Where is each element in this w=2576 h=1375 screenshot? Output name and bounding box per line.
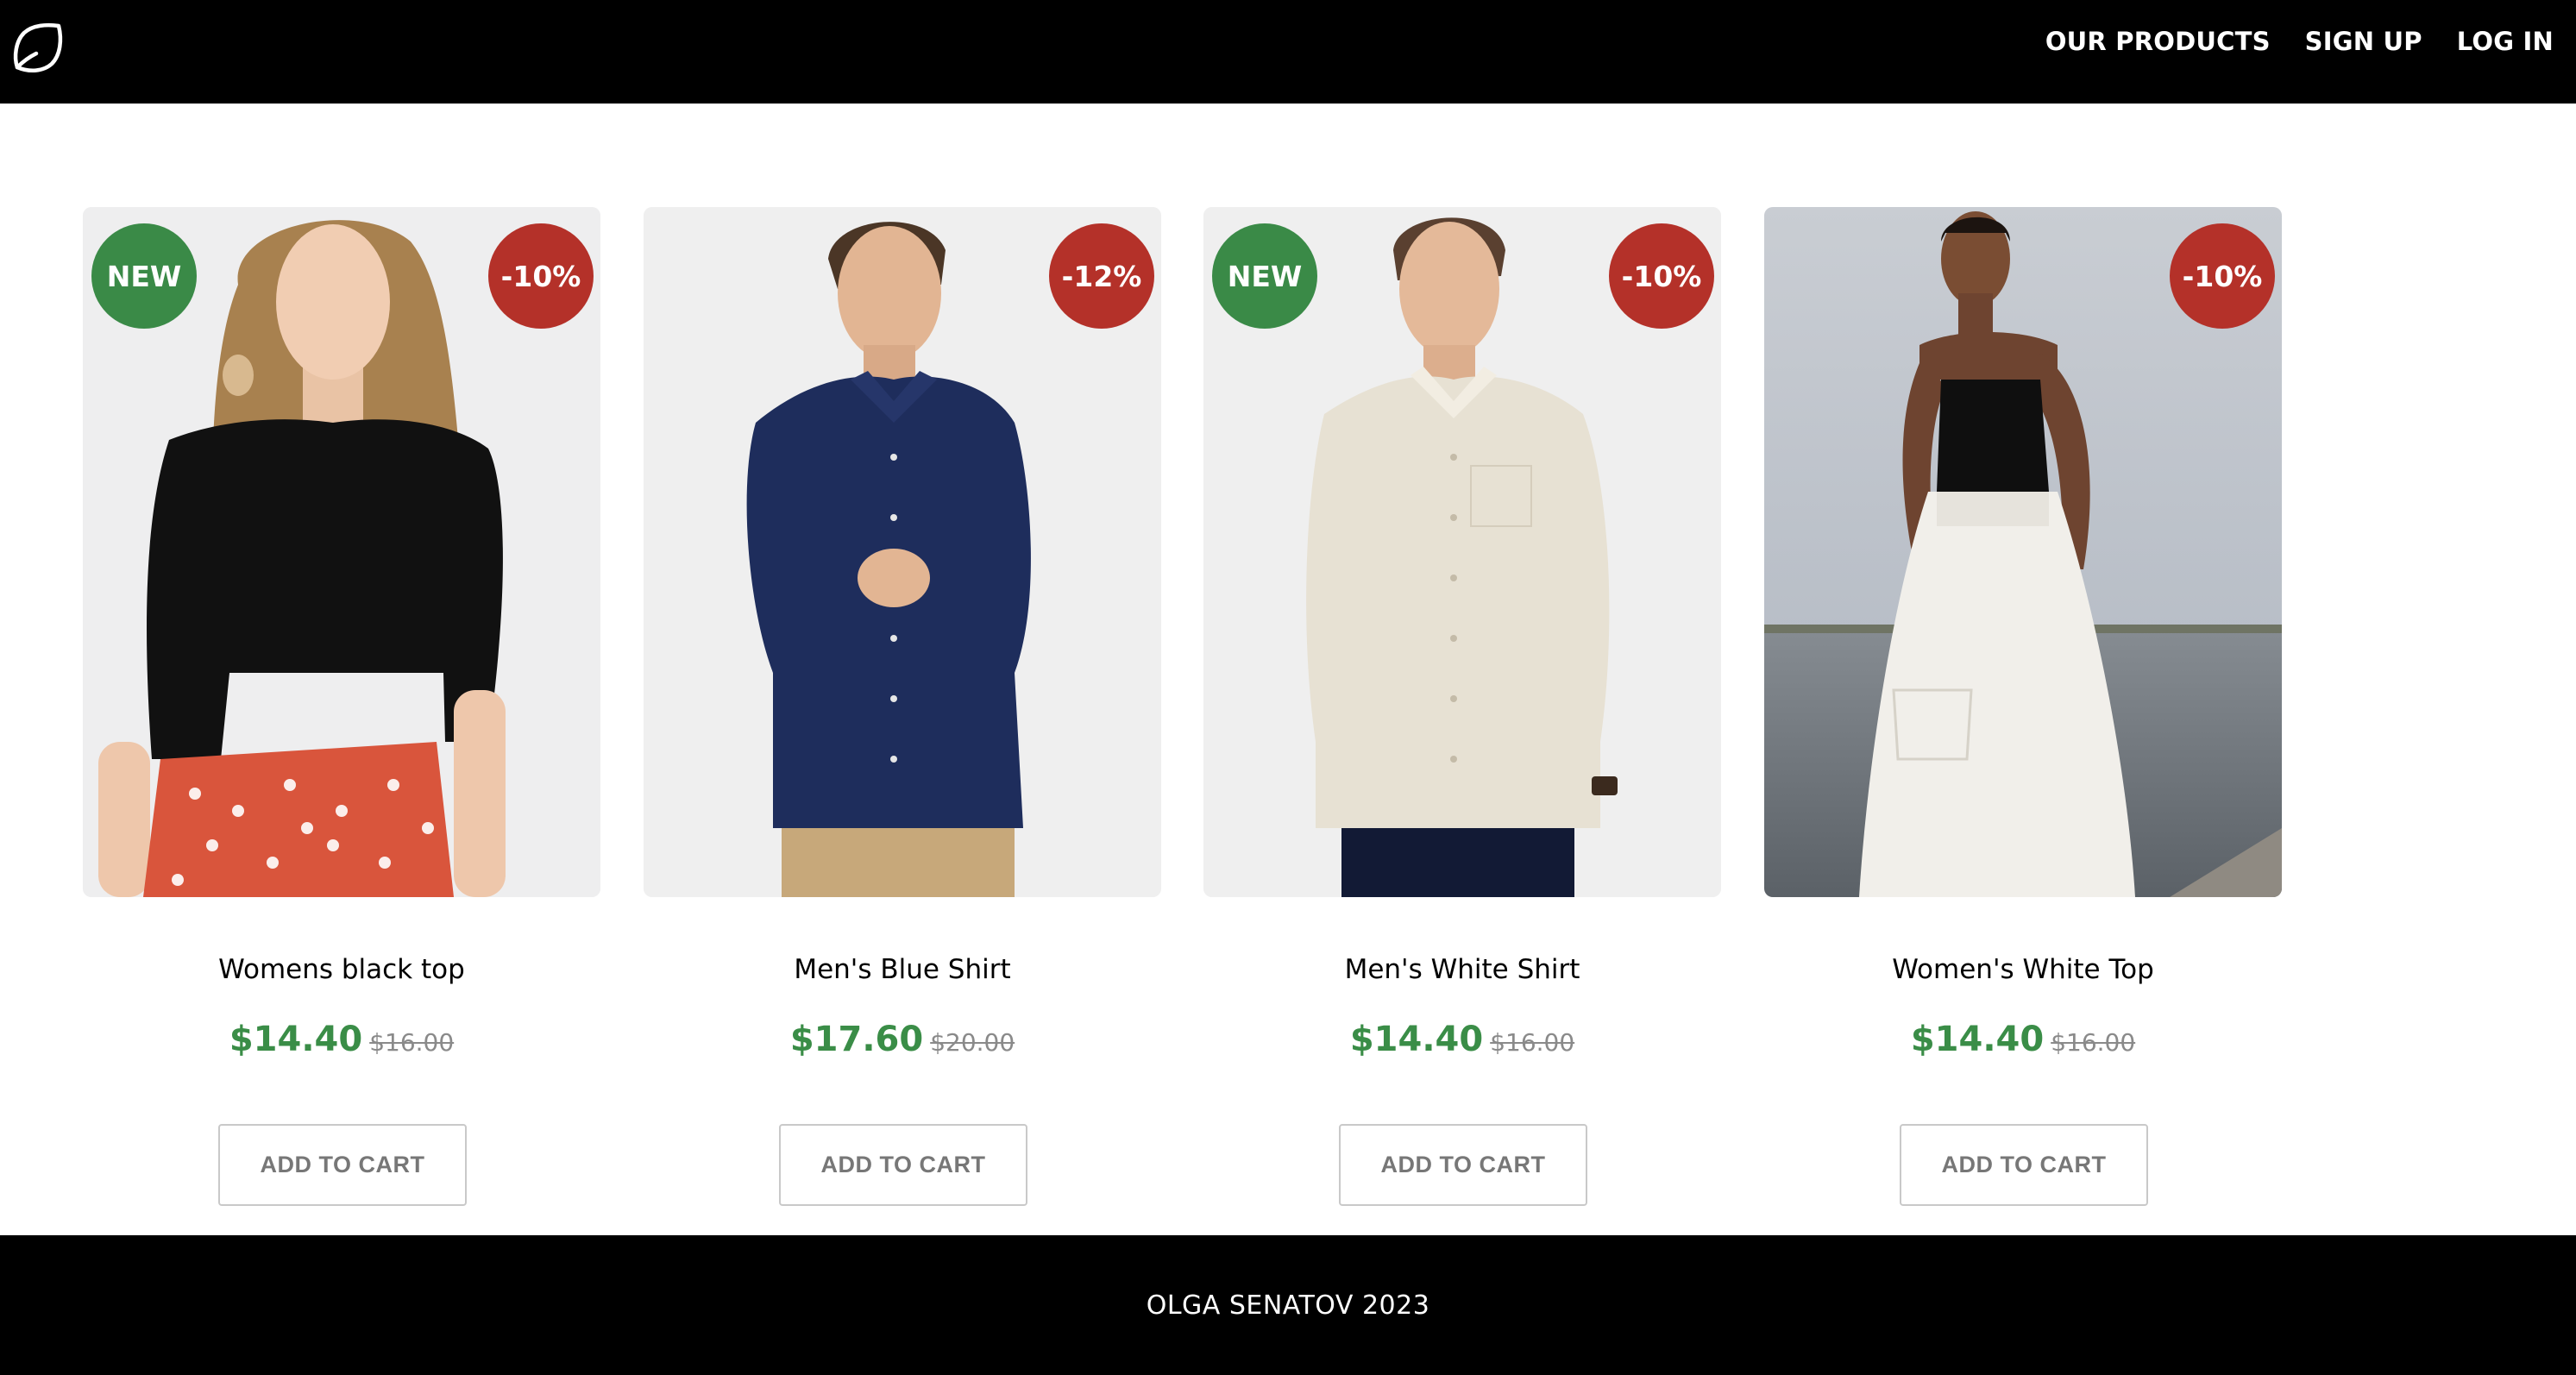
add-to-cart-button[interactable]: ADD TO CART	[218, 1124, 467, 1206]
price-row: $17.60 $20.00	[644, 1020, 1161, 1059]
discount-badge: -10%	[488, 223, 594, 329]
original-price: $16.00	[2051, 1028, 2136, 1057]
price-row: $14.40 $16.00	[1203, 1020, 1721, 1059]
product-name[interactable]: Men's White Shirt	[1203, 954, 1721, 985]
product-name[interactable]: Men's Blue Shirt	[644, 954, 1161, 985]
sale-price: $14.40	[1910, 1020, 2045, 1059]
product-image[interactable]: NEW -10%	[83, 207, 600, 897]
product-grid: NEW -10% Womens black top $14.40 $16.00 A…	[0, 0, 2576, 1235]
product-image[interactable]: -10%	[1764, 207, 2282, 897]
add-to-cart-button[interactable]: ADD TO CART	[779, 1124, 1027, 1206]
product-card: NEW -10% Men's White Shirt $14.40 $16.00 …	[1203, 207, 1721, 1208]
original-price: $20.00	[930, 1028, 1015, 1057]
product-image[interactable]: NEW -10%	[1203, 207, 1721, 897]
new-badge: NEW	[91, 223, 197, 329]
product-card: -12% Men's Blue Shirt $17.60 $20.00 ADD T…	[644, 207, 1161, 1208]
sale-price: $17.60	[789, 1020, 924, 1059]
original-price: $16.00	[1490, 1028, 1575, 1057]
product-name[interactable]: Womens black top	[83, 954, 600, 985]
new-badge: NEW	[1212, 223, 1317, 329]
price-row: $14.40 $16.00	[83, 1020, 600, 1059]
product-card: -10% Women's White Top $14.40 $16.00 ADD …	[1764, 207, 2282, 1208]
sale-price: $14.40	[229, 1020, 363, 1059]
product-image[interactable]: -12%	[644, 207, 1161, 897]
add-to-cart-button[interactable]: ADD TO CART	[1339, 1124, 1587, 1206]
add-to-cart-button[interactable]: ADD TO CART	[1900, 1124, 2148, 1206]
footer-copyright: OLGA SENATOV 2023	[1146, 1290, 1430, 1321]
product-card: NEW -10% Womens black top $14.40 $16.00 A…	[83, 207, 600, 1208]
price-row: $14.40 $16.00	[1764, 1020, 2282, 1059]
original-price: $16.00	[369, 1028, 455, 1057]
product-name[interactable]: Women's White Top	[1764, 954, 2282, 985]
discount-badge: -10%	[2170, 223, 2275, 329]
discount-badge: -10%	[1609, 223, 1714, 329]
site-footer: OLGA SENATOV 2023	[0, 1235, 2576, 1375]
sale-price: $14.40	[1349, 1020, 1484, 1059]
discount-badge: -12%	[1049, 223, 1154, 329]
